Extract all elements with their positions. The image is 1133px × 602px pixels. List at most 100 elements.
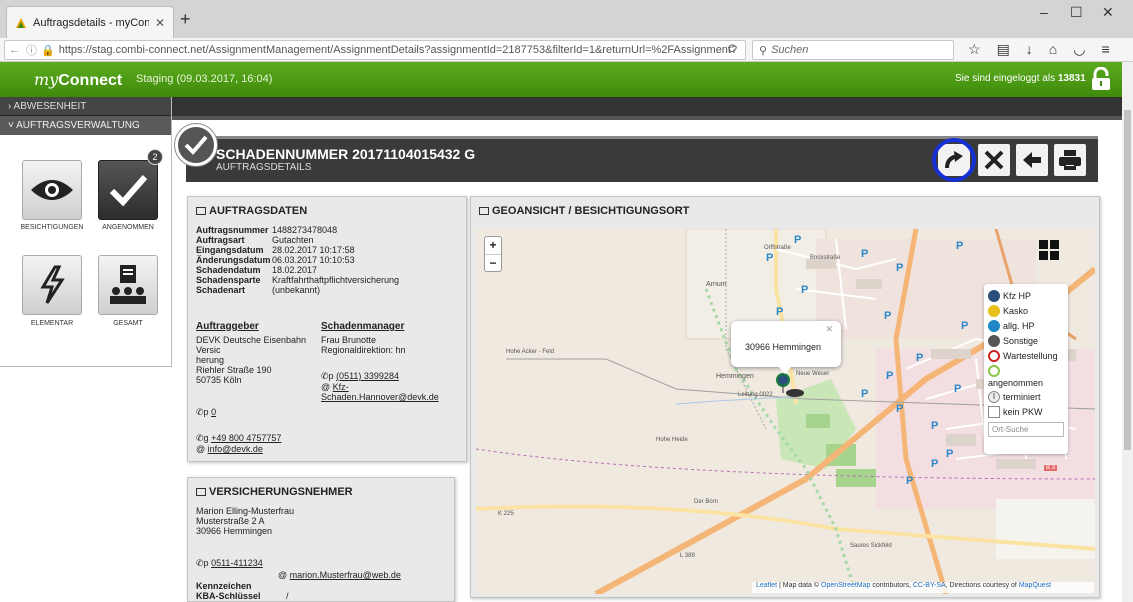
row-schadenart: Schadenart (unbekannt) <box>196 285 321 295</box>
legend-dot-icon <box>988 319 1000 332</box>
svg-text:P: P <box>896 403 903 415</box>
panel-icon <box>196 488 206 496</box>
panel-icon <box>479 207 489 215</box>
tile-besichtigungen[interactable] <box>22 160 82 220</box>
home-icon[interactable]: ⌂ <box>1049 41 1057 58</box>
new-tab-icon[interactable]: + <box>180 9 191 30</box>
group-docs-icon <box>110 265 146 304</box>
bookmark-star-icon[interactable]: ☆ <box>968 41 981 58</box>
svg-text:P: P <box>886 370 893 382</box>
ort-suche-input[interactable]: Ort-Suche <box>988 422 1064 437</box>
close-button[interactable] <box>978 144 1010 176</box>
legend-kfz-hp[interactable]: Kfz HP <box>988 288 1064 303</box>
arrow-left-icon <box>1023 152 1041 168</box>
schadenmanager-phone: ✆p (0511) 3399284 <box>321 371 399 381</box>
legend-wartestellung[interactable]: Wartestellung <box>988 348 1064 363</box>
favicon-icon <box>16 17 26 28</box>
sm-phone-link[interactable]: (0511) 3399284 <box>336 371 399 381</box>
download-icon[interactable]: ↓ <box>1026 41 1033 58</box>
versicherungsnehmer-panel: VERSICHERUNGSNEHMER Marion Elling-Muster… <box>187 477 455 602</box>
map-label-arnum: Arnum <box>706 281 727 288</box>
browser-tab[interactable]: Auftragsdetails - myConn... ✕ <box>6 6 174 38</box>
menu-icon[interactable]: ≡ <box>1101 41 1109 58</box>
auftraggeber-heading: Auftraggeber <box>196 321 259 332</box>
svg-text:P: P <box>946 448 953 460</box>
row-eingangsdatum: Eingangsdatum 28.02.2017 10:17:58 <box>196 245 355 255</box>
svg-text:P: P <box>776 306 783 318</box>
fullscreen-grid-icon[interactable] <box>1038 239 1060 261</box>
auftraggeber-email: @ info@devk.de <box>196 444 263 454</box>
popup-text: 30966 Hemmingen <box>745 342 822 352</box>
print-button[interactable] <box>1054 144 1086 176</box>
page-subtitle: AUFTRAGSDETAILS <box>216 162 312 173</box>
leaflet-link[interactable]: Leaflet <box>756 582 777 589</box>
tile-elementar[interactable] <box>22 255 82 315</box>
svg-text:P: P <box>961 320 968 332</box>
legend-kasko[interactable]: Kasko <box>988 303 1064 318</box>
popup-pointer <box>778 366 792 374</box>
map-label-b3: B 3 <box>1044 465 1058 471</box>
info-icon[interactable]: ⓘ <box>26 42 37 58</box>
browser-search-field[interactable]: ⚲ Suchen <box>752 40 954 60</box>
minimize-icon[interactable]: – <box>1040 4 1048 20</box>
legend-sonstige[interactable]: Sonstige <box>988 333 1064 348</box>
back-button[interactable] <box>1016 144 1048 176</box>
close-window-icon[interactable]: ✕ <box>1102 4 1114 21</box>
svg-text:P: P <box>956 240 963 252</box>
svg-text:P: P <box>916 352 923 364</box>
reading-list-icon[interactable]: ▤ <box>997 41 1010 58</box>
phone-icon: ✆ <box>321 371 329 381</box>
cc-link[interactable]: CC-BY-SA <box>913 582 946 589</box>
auftraggeber-phone1: ✆p 0 <box>196 407 217 417</box>
svg-text:P: P <box>766 252 773 264</box>
secure-lock-icon: 🔒 <box>41 44 55 57</box>
svg-text:P: P <box>794 234 801 246</box>
sidebar-item-abwesenheit[interactable]: › ABWESENHEIT <box>0 97 171 116</box>
legend-angenommen-ring[interactable] <box>988 363 1064 378</box>
tile-label-angenommen: ANGENOMMEN <box>102 224 154 231</box>
maximize-icon[interactable]: ☐ <box>1070 4 1083 21</box>
vn-phone: ✆p 0511-411234 <box>196 558 263 568</box>
svg-text:P: P <box>801 284 808 296</box>
page-scrollbar-thumb[interactable] <box>1124 110 1131 450</box>
map-label-hohe-heide: Hohe Heide <box>656 437 688 443</box>
phone-icon: ✆ <box>196 433 204 443</box>
logout-lock-icon[interactable] <box>1090 67 1112 91</box>
svg-text:P: P <box>861 388 868 400</box>
tab-title: Auftragsdetails - myConn... <box>33 16 149 29</box>
login-info: Sie sind eingeloggt als 13831 <box>955 73 1086 84</box>
legend-terminiert[interactable]: Iterminiert <box>988 389 1064 404</box>
row-schadendatum: Schadendatum 18.02.2017 <box>196 265 318 275</box>
sidebar-item-auftragsverwaltung[interactable]: ˅ AUFTRAGSVERWALTUNG <box>0 116 171 135</box>
legend-allg-hp[interactable]: allg. HP <box>988 318 1064 333</box>
map-legend: Kfz HP Kasko allg. HP Sonstige Wartestel… <box>984 284 1068 454</box>
mapquest-link[interactable]: MapQuest <box>1019 582 1051 589</box>
app-logo[interactable]: myConnect <box>34 70 122 90</box>
legend-kein-pkw[interactable]: kein PKW <box>988 404 1064 419</box>
tile-label-elementar: ELEMENTAR <box>30 320 74 327</box>
auftrag-info: Auftragsnummer 1488273478048 Auftragsart G… <box>196 225 464 295</box>
legend-clock-icon: I <box>988 390 1000 403</box>
tile-gesamt[interactable] <box>98 255 158 315</box>
schadenmanager-heading: Schadenmanager <box>321 321 405 332</box>
reload-icon[interactable]: C <box>728 43 736 55</box>
panel-icon <box>196 207 206 215</box>
email-icon: @ <box>321 382 331 392</box>
map-popup: ✕ 30966 Hemmingen <box>731 321 841 367</box>
pocket-icon[interactable]: ◡ <box>1073 41 1085 58</box>
popup-close-icon[interactable]: ✕ <box>825 324 833 335</box>
osm-link[interactable]: OpenStreetMap <box>821 582 870 589</box>
tab-close-icon[interactable]: ✕ <box>155 16 165 30</box>
zoom-out-button[interactable]: − <box>485 255 501 272</box>
back-icon[interactable]: ← <box>9 44 20 56</box>
vn-email: @ marion.Musterfrau@web.de <box>278 570 401 580</box>
sm-email-link[interactable]: Kfz-Schaden.Hannover@devk.de <box>321 382 439 402</box>
legend-ring-icon <box>988 349 1000 362</box>
url-field[interactable]: ← ⓘ 🔒 https://stag.combi-connect.net/Ass… <box>4 40 746 60</box>
zoom-in-button[interactable]: + <box>485 237 501 255</box>
auftragsdaten-heading: AUFTRAGSDATEN <box>196 205 307 217</box>
marker-shadow <box>786 389 804 397</box>
tile-angenommen[interactable] <box>98 160 158 220</box>
map-label-neue-weser: Neue Weser <box>796 371 830 377</box>
kein-pkw-checkbox[interactable] <box>988 405 1000 418</box>
